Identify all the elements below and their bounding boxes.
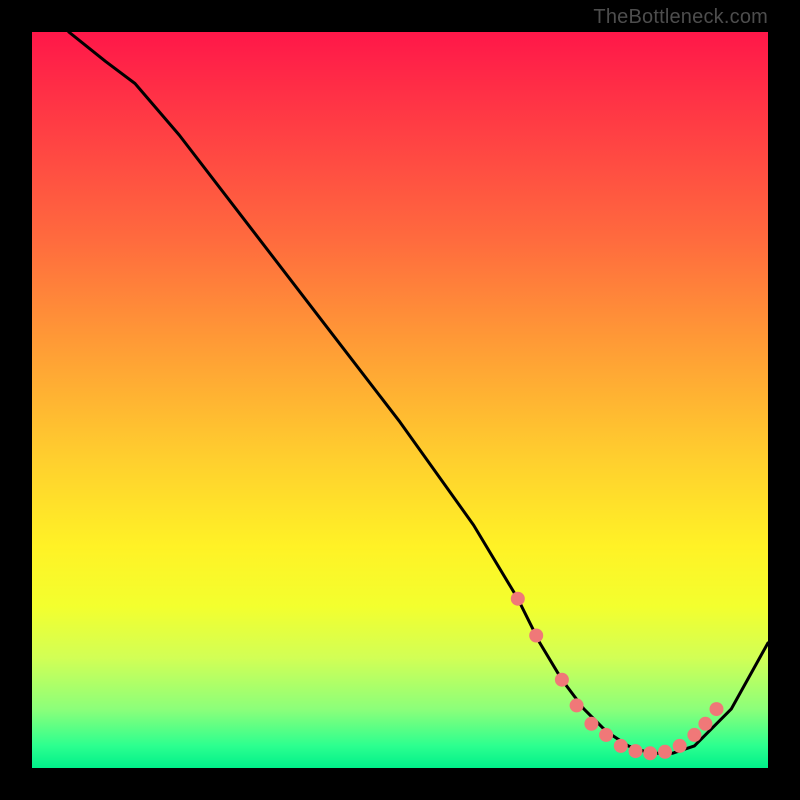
watermark-text: TheBottleneck.com — [593, 6, 768, 29]
curve-marker — [698, 717, 712, 731]
curve-marker — [584, 717, 598, 731]
curve-marker — [687, 728, 701, 742]
chart-frame: TheBottleneck.com — [0, 0, 800, 800]
curve-marker — [529, 629, 543, 643]
curve-marker — [599, 728, 613, 742]
curve-marker — [570, 698, 584, 712]
curve-marker — [710, 702, 724, 716]
curve-marker — [629, 744, 643, 758]
curve-marker — [673, 739, 687, 753]
curve-marker — [658, 745, 672, 759]
curve-marker — [511, 592, 525, 606]
curve-marker — [643, 746, 657, 760]
curve-marker — [614, 739, 628, 753]
plot-area — [32, 32, 768, 768]
curve-markers — [511, 592, 724, 761]
curve-layer — [32, 32, 768, 768]
curve-marker — [555, 673, 569, 687]
bottleneck-curve — [69, 32, 768, 753]
